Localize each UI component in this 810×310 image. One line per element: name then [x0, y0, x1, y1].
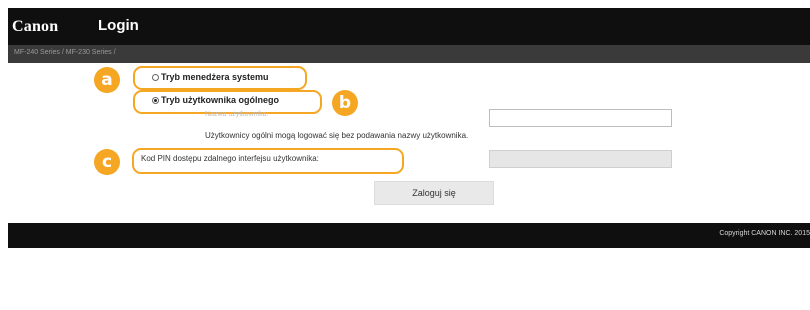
radio-general-user[interactable]: Tryb użytkownika ogólnego	[152, 95, 279, 105]
pin-label: Kod PIN dostępu zdalnego interfejsu użyt…	[141, 154, 319, 163]
breadcrumb-bar	[8, 45, 810, 63]
radio-system-manager-label: Tryb menedżera systemu	[161, 72, 269, 82]
username-label: Nazwa użytkownika:	[205, 111, 269, 118]
callout-badge-a: a	[94, 67, 120, 93]
radio-selected-dot	[154, 98, 157, 102]
page-title: Login	[98, 17, 139, 34]
callout-badge-b: b	[332, 90, 358, 116]
radio-button-unselected[interactable]	[152, 73, 159, 81]
footer-bar	[8, 223, 810, 248]
radio-general-user-label: Tryb użytkownika ogólnego	[161, 95, 280, 105]
radio-system-manager[interactable]: Tryb menedżera systemu	[152, 72, 269, 82]
breadcrumb: MF-240 Series / MF-230 Series /	[14, 49, 116, 56]
callout-badge-c: c	[94, 149, 120, 175]
canon-logo: Canon	[12, 18, 59, 35]
radio-button-selected[interactable]	[152, 96, 159, 104]
username-input[interactable]	[489, 109, 672, 127]
general-user-info-text: Użytkownicy ogólni mogą logować się bez …	[205, 131, 469, 140]
pin-input[interactable]	[489, 150, 672, 168]
login-button[interactable]: Zaloguj się	[374, 181, 494, 205]
copyright-text: Copyright CANON INC. 2015	[719, 230, 810, 237]
